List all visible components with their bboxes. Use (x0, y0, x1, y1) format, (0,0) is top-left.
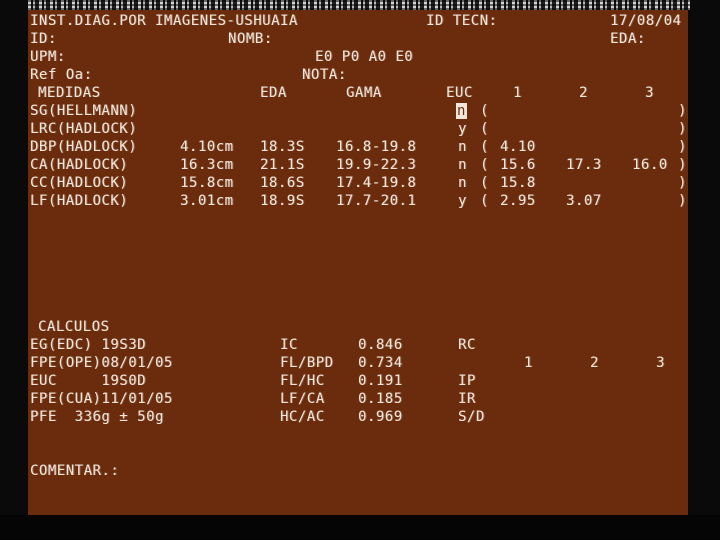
ratio-fl-bpd-label: FL/BPD (280, 355, 334, 371)
row-dbp-gama: 16.8-19.8 (336, 139, 417, 155)
row-cc-name: CC(HADLOCK) (30, 175, 129, 191)
col-header-3: 3 (645, 85, 654, 101)
ratio-fl-hc-label: FL/HC (280, 373, 325, 389)
row-cc-m1: 15.8 (500, 175, 536, 191)
row-cc-eda: 18.6S (260, 175, 305, 191)
id-tecn-label: ID TECN: (426, 13, 498, 29)
row-lf-euc[interactable]: y (458, 193, 467, 209)
row-lrc-name: LRC(HADLOCK) (30, 121, 138, 137)
col-header-eda: EDA (260, 85, 287, 101)
row-cc-open-paren: ( (480, 175, 489, 191)
row-cc-close-paren: ) (678, 175, 687, 191)
row-ca-euc[interactable]: n (458, 157, 467, 173)
index-sd-label: S/D (458, 409, 485, 425)
ratio-fl-hc-value: 0.191 (358, 373, 403, 389)
row-ca-gama: 19.9-22.3 (336, 157, 417, 173)
row-ca-value: 16.3cm (180, 157, 234, 173)
id-label: ID: (30, 31, 57, 47)
ratio-hc-ac-value: 0.969 (358, 409, 403, 425)
index-col-2: 2 (590, 355, 599, 371)
exam-date: 17/08/04 (610, 13, 682, 29)
row-sg-open-paren: ( (480, 103, 489, 119)
nomb-label: NOMB: (228, 31, 273, 47)
row-ca-m1: 15.6 (500, 157, 536, 173)
row-lf-eda: 18.9S (260, 193, 305, 209)
report-panel: INST.DIAG.POR IMAGENES-USHUAIA ID TECN: … (28, 10, 688, 515)
row-dbp-value: 4.10cm (180, 139, 234, 155)
ratio-ic-label: IC (280, 337, 298, 353)
col-header-2: 2 (579, 85, 588, 101)
row-lf-m1: 2.95 (500, 193, 536, 209)
row-dbp-open-paren: ( (480, 139, 489, 155)
video-noise-bar (28, 0, 690, 10)
institution-title: INST.DIAG.POR IMAGENES-USHUAIA (30, 13, 298, 29)
calc-left-euc: EUC 19S0D (30, 373, 147, 389)
row-ca-open-paren: ( (480, 157, 489, 173)
index-ip-label: IP (458, 373, 476, 389)
row-dbp-euc[interactable]: n (458, 139, 467, 155)
ratio-lf-ca-label: LF/CA (280, 391, 325, 407)
row-lf-value: 3.01cm (180, 193, 234, 209)
row-sg-name: SG(HELLMANN) (30, 103, 138, 119)
index-ir-label: IR (458, 391, 476, 407)
calc-left-fpe-ope: FPE(OPE)08/01/05 (30, 355, 173, 371)
row-lf-gama: 17.7-20.1 (336, 193, 417, 209)
row-sg-close-paren: ) (678, 103, 687, 119)
calc-left-fpe-cua: FPE(CUA)11/01/05 (30, 391, 173, 407)
ref-label: Ref Oa: (30, 67, 93, 83)
row-lf-open-paren: ( (480, 193, 489, 209)
row-cc-value: 15.8cm (180, 175, 234, 191)
col-header-euc: EUC (446, 85, 473, 101)
row-sg-euc[interactable]: n (456, 103, 467, 119)
ratio-lf-ca-value: 0.185 (358, 391, 403, 407)
ratio-ic-value: 0.846 (358, 337, 403, 353)
ratio-hc-ac-label: HC/AC (280, 409, 325, 425)
row-cc-euc[interactable]: n (458, 175, 467, 191)
ultrasound-report-screen: INST.DIAG.POR IMAGENES-USHUAIA ID TECN: … (0, 0, 720, 540)
row-cc-gama: 17.4-19.8 (336, 175, 417, 191)
row-lrc-close-paren: ) (678, 121, 687, 137)
index-col-3: 3 (656, 355, 665, 371)
row-ca-name: CA(HADLOCK) (30, 157, 129, 173)
row-ca-m2: 17.3 (566, 157, 602, 173)
row-dbp-m1: 4.10 (500, 139, 536, 155)
nota-label: NOTA: (302, 67, 347, 83)
upm-label: UPM: (30, 49, 66, 65)
video-bottom-strip (0, 515, 720, 540)
index-col-1: 1 (524, 355, 533, 371)
eda-label: EDA: (610, 31, 646, 47)
row-ca-close-paren: ) (678, 157, 687, 173)
row-ca-eda: 21.1S (260, 157, 305, 173)
col-header-medidas: MEDIDAS (38, 85, 101, 101)
index-rc-label: RC (458, 337, 476, 353)
calc-left-eg: EG(EDC) 19S3D (30, 337, 147, 353)
row-lf-m2: 3.07 (566, 193, 602, 209)
gpae-field: E0 P0 A0 E0 (315, 49, 414, 65)
row-lrc-open-paren: ( (480, 121, 489, 137)
comment-label[interactable]: COMENTAR.: (30, 463, 119, 479)
calculos-title: CALCULOS (38, 319, 110, 335)
row-lf-name: LF(HADLOCK) (30, 193, 129, 209)
row-dbp-name: DBP(HADLOCK) (30, 139, 138, 155)
row-ca-m3: 16.0 (632, 157, 668, 173)
ratio-fl-bpd-value: 0.734 (358, 355, 403, 371)
row-lrc-euc[interactable]: y (458, 121, 467, 137)
calc-left-pfe: PFE 336g ± 50g (30, 409, 164, 425)
row-lf-close-paren: ) (678, 193, 687, 209)
row-dbp-close-paren: ) (678, 139, 687, 155)
row-dbp-eda: 18.3S (260, 139, 305, 155)
col-header-1: 1 (513, 85, 522, 101)
col-header-gama: GAMA (346, 85, 382, 101)
